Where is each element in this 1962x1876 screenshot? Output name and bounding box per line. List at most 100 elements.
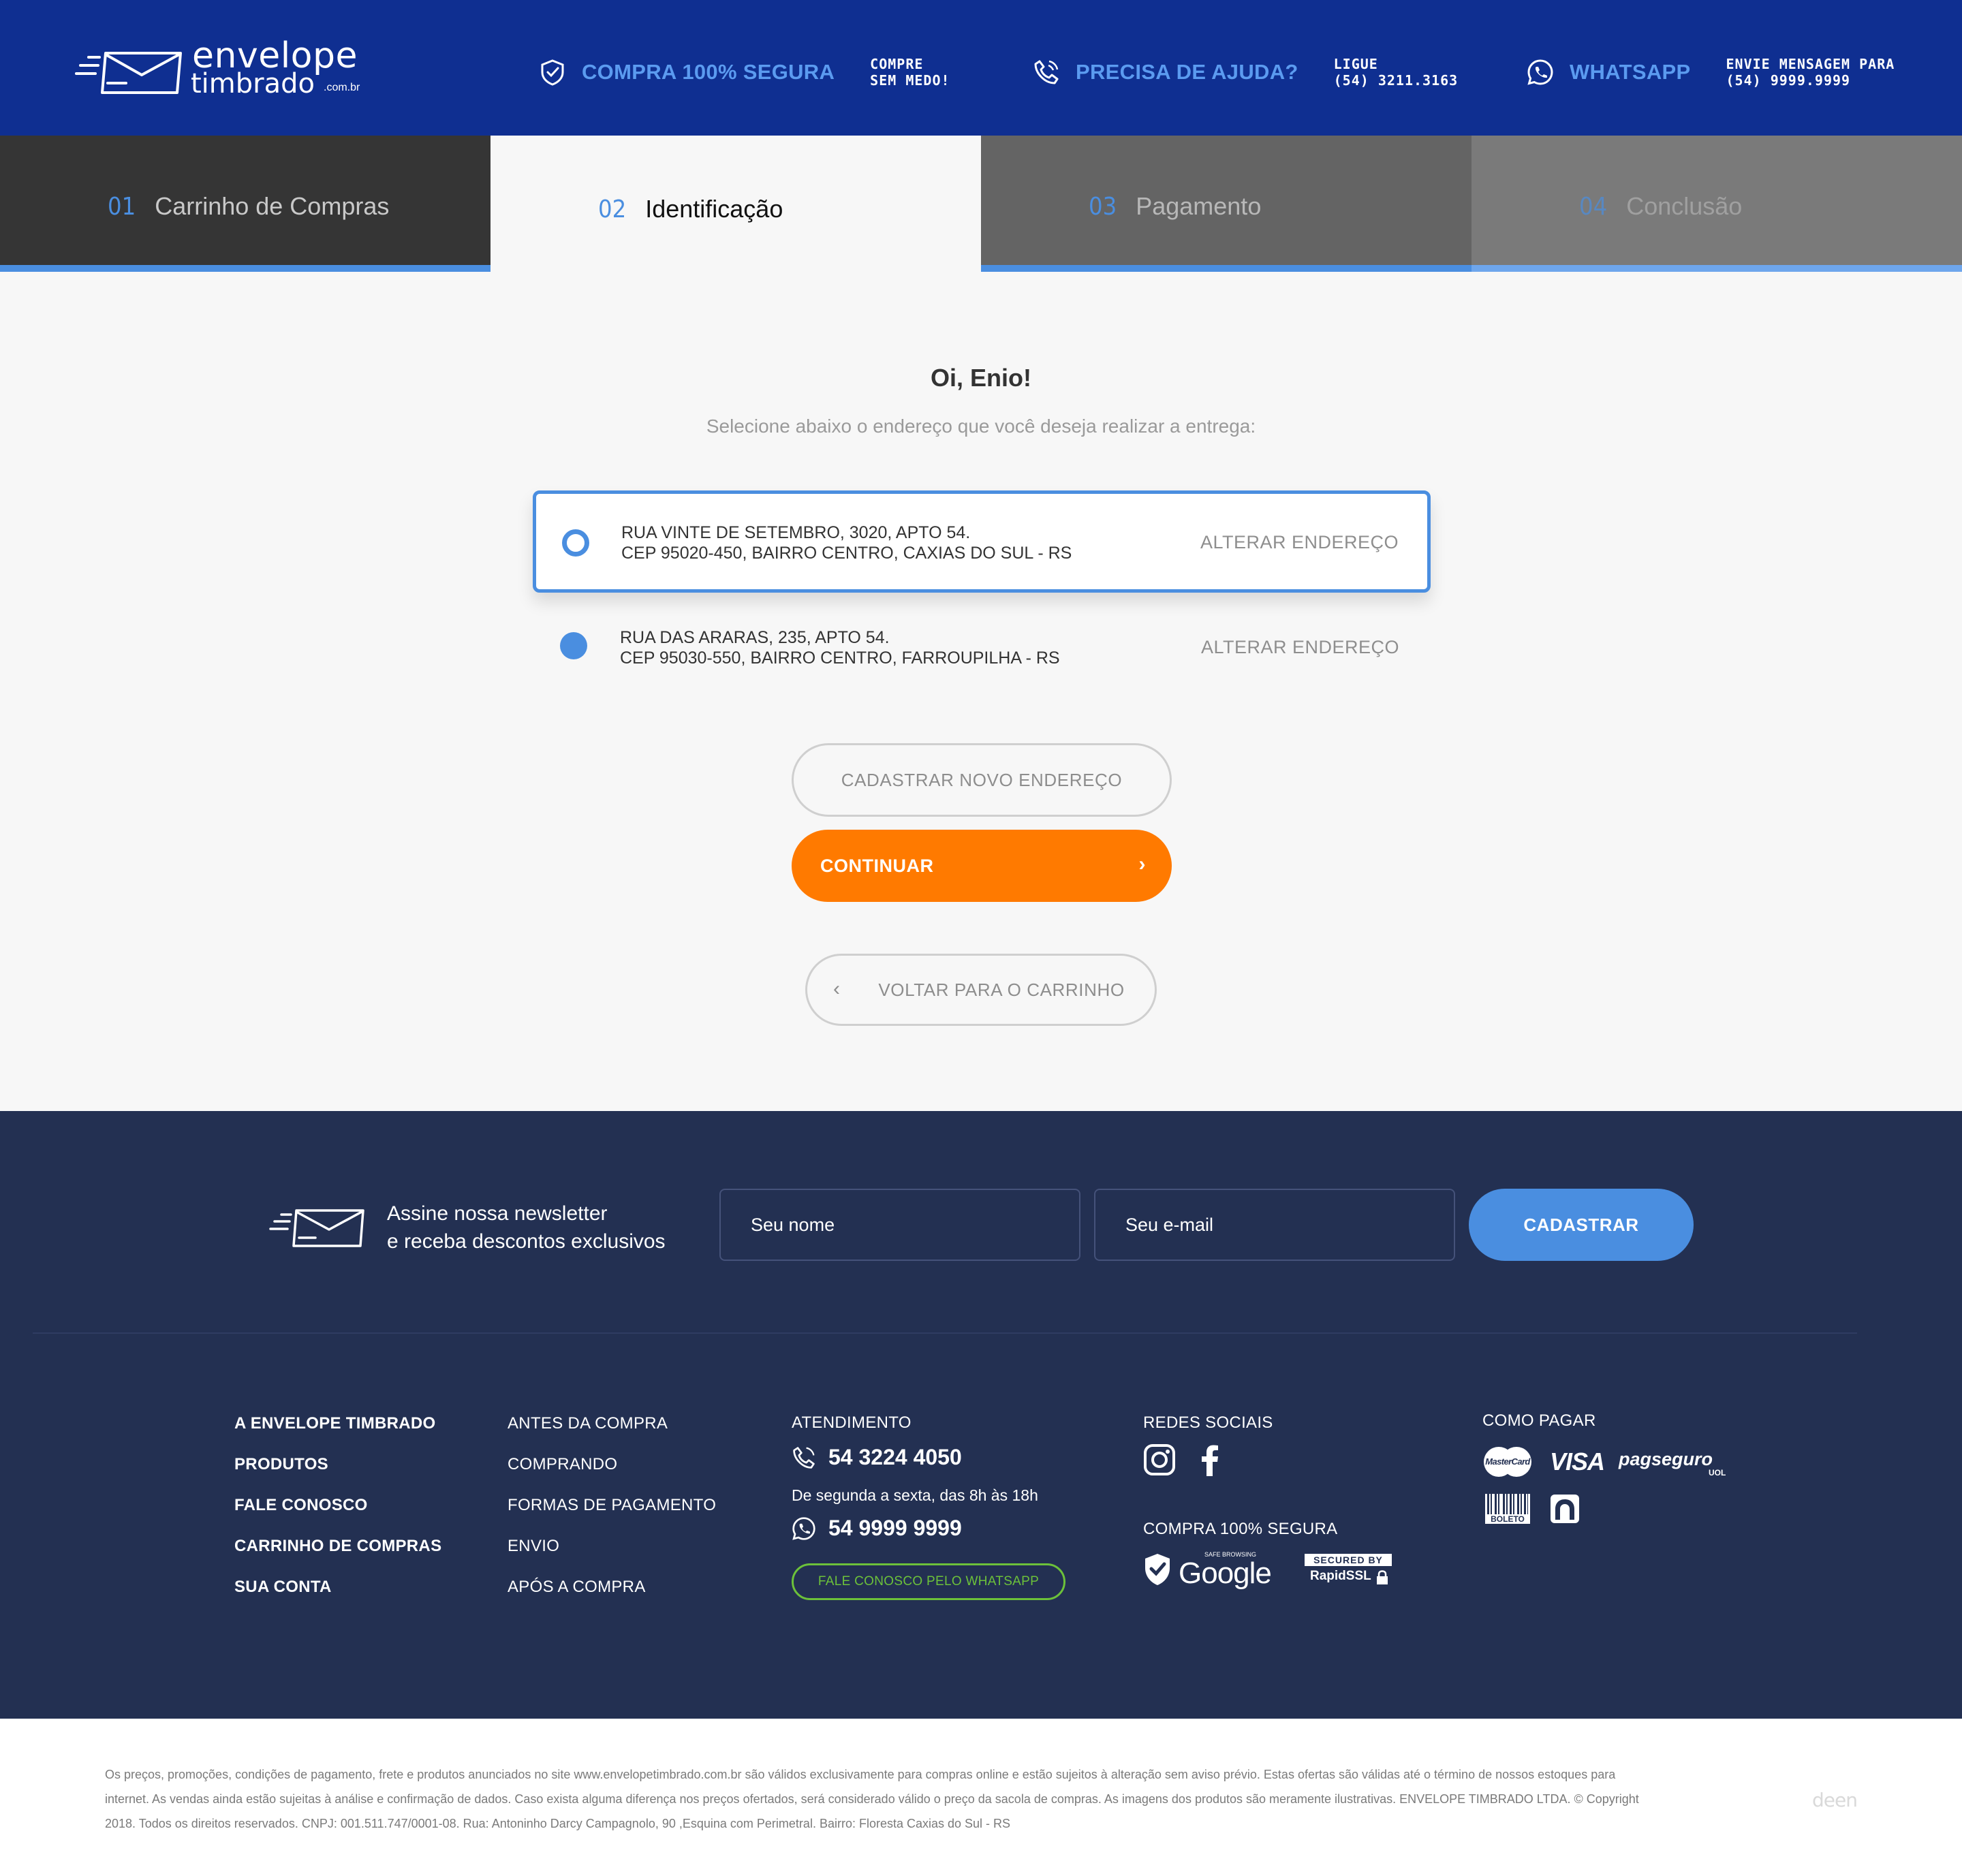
- agency-credit-logo[interactable]: deen: [1812, 1789, 1858, 1811]
- social-heading: REDES SOCIAIS: [1143, 1413, 1273, 1432]
- whatsapp-contact-button[interactable]: FALE CONOSCO PELO WHATSAPP: [792, 1563, 1065, 1600]
- header-secure-title: COMPRA 100% SEGURA: [582, 60, 835, 84]
- address-radio[interactable]: [560, 632, 587, 659]
- step-number: 04: [1579, 192, 1608, 221]
- pagseguro-icon: pagseguro UOL: [1619, 1449, 1734, 1480]
- address-text: RUA VINTE DE SETEMBRO, 3020, APTO 54. CE…: [621, 522, 1072, 563]
- service-whatsapp-number: 54 9999 9999: [828, 1516, 962, 1540]
- step-progress-bar: [1472, 265, 1962, 272]
- newsletter-name-input[interactable]: [719, 1189, 1080, 1261]
- phone-icon: [1032, 58, 1061, 87]
- header-whatsapp[interactable]: WHATSAPP ENVIE MENSAGEM PARA (54) 9999.9…: [1526, 53, 1895, 91]
- footer-link[interactable]: PRODUTOS: [234, 1454, 441, 1495]
- footer-link[interactable]: FORMAS DE PAGAMENTO: [508, 1495, 716, 1536]
- footer-link[interactable]: APÓS A COMPRA: [508, 1577, 716, 1618]
- step-number: 01: [108, 192, 136, 221]
- continue-button[interactable]: CONTINUAR ›: [792, 830, 1172, 902]
- mastercard-icon: MasterCard: [1482, 1446, 1533, 1478]
- whatsapp-icon: [792, 1516, 815, 1540]
- shield-check-icon: [1145, 1554, 1170, 1585]
- edit-address-link[interactable]: ALTERAR ENDEREÇO: [1200, 532, 1399, 553]
- logo-text-tld: .com.br: [324, 82, 360, 93]
- footer-links-help: ANTES DA COMPRA COMPRANDO FORMAS DE PAGA…: [508, 1413, 716, 1618]
- edit-address-link[interactable]: ALTERAR ENDEREÇO: [1201, 637, 1399, 658]
- footer-link[interactable]: ENVIO: [508, 1536, 716, 1577]
- service-phone[interactable]: 54 3224 4050: [792, 1445, 962, 1470]
- step-cart[interactable]: 01 Carrinho de Compras: [0, 136, 490, 272]
- address-line2: CEP 95030-550, BAIRRO CENTRO, FARROUPILH…: [620, 648, 1060, 668]
- logo-text-timbrado: timbrado: [191, 68, 315, 99]
- service-hours: De segunda a sexta, das 8h às 18h: [792, 1486, 1038, 1504]
- header-help-sub-line2: (54) 3211.3163: [1333, 72, 1459, 89]
- newsletter-email-input[interactable]: [1094, 1189, 1455, 1261]
- address-instructions: Selecione abaixo o endereço que você des…: [706, 416, 1256, 437]
- step-label: Carrinho de Compras: [155, 192, 390, 220]
- envelope-icon: [269, 1209, 364, 1247]
- address-line1: RUA VINTE DE SETEMBRO, 3020, APTO 54.: [621, 523, 971, 542]
- footer-divider: [33, 1332, 1857, 1334]
- header-whatsapp-sub: ENVIE MENSAGEM PARA (54) 9999.9999: [1726, 56, 1895, 89]
- address-option-selected[interactable]: RUA VINTE DE SETEMBRO, 3020, APTO 54. CE…: [533, 490, 1431, 593]
- site-logo[interactable]: envelope timbrado .com.br: [75, 35, 375, 104]
- step-label: Identificação: [645, 195, 783, 223]
- footer-link[interactable]: COMPRANDO: [508, 1454, 716, 1495]
- newsletter-line2: e receba descontos exclusivos: [387, 1230, 666, 1253]
- header-help-sub-line1: LIGUE: [1333, 56, 1378, 72]
- footer-link[interactable]: ANTES DA COMPRA: [508, 1413, 716, 1454]
- newsletter-submit-button[interactable]: CADASTRAR: [1469, 1189, 1694, 1261]
- address-line1: RUA DAS ARARAS, 235, APTO 54.: [620, 628, 890, 647]
- checkout-steps: 01 Carrinho de Compras 02 Identificação …: [0, 136, 1962, 277]
- instagram-icon[interactable]: [1143, 1443, 1176, 1476]
- service-whatsapp[interactable]: 54 9999 9999: [792, 1516, 962, 1541]
- header-whatsapp-sub-line2: (54) 9999.9999: [1726, 72, 1851, 89]
- google-badge-text: Google: [1179, 1557, 1272, 1590]
- shield-check-icon: [538, 58, 567, 87]
- chevron-left-icon: ‹: [833, 978, 841, 1000]
- newsletter-text: Assine nossa newsletter e receba descont…: [387, 1200, 666, 1255]
- header-secure-sub-line1: COMPRE: [870, 56, 924, 72]
- step-number: 02: [598, 195, 627, 223]
- continue-label: CONTINUAR: [820, 856, 934, 876]
- step-identification[interactable]: 02 Identificação: [490, 136, 981, 277]
- boleto-text: BOLETO: [1485, 1514, 1530, 1524]
- secure-heading: COMPRA 100% SEGURA: [1143, 1520, 1338, 1538]
- footer-links-company: A ENVELOPE TIMBRADO PRODUTOS FALE CONOSC…: [234, 1413, 441, 1618]
- greeting-title: Oi, Enio!: [931, 364, 1031, 392]
- footer-link[interactable]: SUA CONTA: [234, 1577, 441, 1618]
- visa-icon: VISA: [1550, 1448, 1605, 1475]
- header-secure-sub-line2: SEM MEDO!: [870, 72, 950, 89]
- lock-icon: [1377, 1570, 1388, 1584]
- step-progress-bar: [981, 265, 1472, 272]
- header-help[interactable]: PRECISA DE AJUDA? LIGUE (54) 3211.3163: [1032, 53, 1458, 91]
- add-address-button[interactable]: CADASTRAR NOVO ENDEREÇO: [792, 743, 1172, 817]
- footer-link[interactable]: A ENVELOPE TIMBRADO: [234, 1413, 441, 1454]
- step-progress-bar: [0, 265, 490, 272]
- header-whatsapp-sub-line1: ENVIE MENSAGEM PARA: [1726, 56, 1895, 72]
- legal-disclaimer: Os preços, promoções, condições de pagam…: [105, 1768, 1639, 1830]
- address-line2: CEP 95020-450, BAIRRO CENTRO, CAXIAS DO …: [621, 544, 1072, 563]
- envelope-logo-icon: [75, 52, 182, 94]
- site-header: envelope timbrado .com.br COMPRA 100% SE…: [0, 0, 1962, 136]
- address-option[interactable]: RUA DAS ARARAS, 235, APTO 54. CEP 95030-…: [533, 596, 1431, 698]
- payment-heading: COMO PAGAR: [1482, 1411, 1596, 1430]
- pagseguro-sub-text: UOL: [1709, 1468, 1726, 1478]
- back-to-cart-label: VOLTAR PARA O CARRINHO: [878, 979, 1125, 1000]
- rapidssl-top-text: SECURED BY: [1305, 1554, 1392, 1566]
- rapidssl-text: RapidSSL: [1310, 1569, 1371, 1583]
- chevron-right-icon: ›: [1138, 853, 1146, 875]
- back-to-cart-button[interactable]: ‹ VOLTAR PARA O CARRINHO: [805, 954, 1157, 1026]
- step-conclusion[interactable]: 04 Conclusão: [1472, 136, 1962, 272]
- address-radio[interactable]: [562, 529, 589, 557]
- phone-icon: [793, 1446, 815, 1469]
- bank-transfer-icon: [1551, 1495, 1579, 1523]
- service-phone-number: 54 3224 4050: [828, 1445, 962, 1469]
- header-whatsapp-title: WHATSAPP: [1570, 60, 1691, 84]
- header-secure-purchase: COMPRA 100% SEGURA COMPRE SEM MEDO!: [538, 53, 950, 91]
- step-payment[interactable]: 03 Pagamento: [981, 136, 1472, 272]
- facebook-icon[interactable]: [1200, 1443, 1219, 1476]
- step-label: Pagamento: [1136, 192, 1262, 220]
- address-text: RUA DAS ARARAS, 235, APTO 54. CEP 95030-…: [620, 627, 1060, 668]
- footer-link[interactable]: FALE CONOSCO: [234, 1495, 441, 1536]
- footer-link[interactable]: CARRINHO DE COMPRAS: [234, 1536, 441, 1577]
- header-secure-sub: COMPRE SEM MEDO!: [870, 56, 950, 89]
